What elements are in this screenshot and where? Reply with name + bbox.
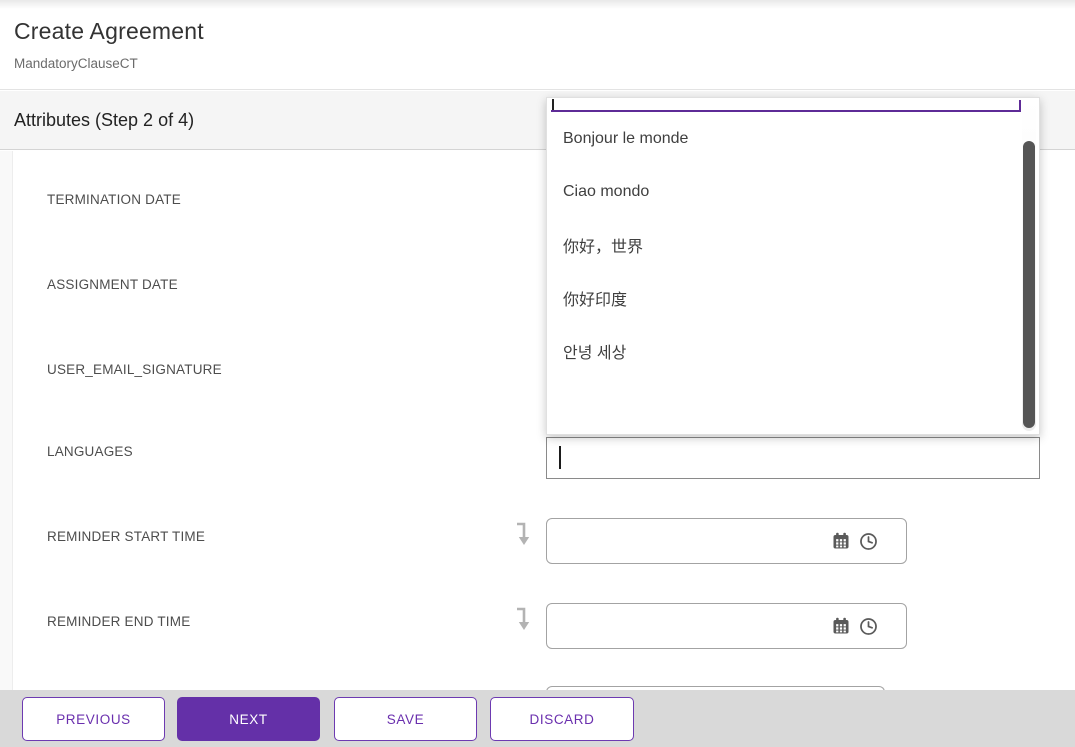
level-down-icon bbox=[515, 520, 533, 548]
create-agreement-screen: Create Agreement MandatoryClauseCT Attri… bbox=[0, 0, 1075, 747]
page-subtitle: MandatoryClauseCT bbox=[14, 56, 138, 71]
calendar-icon[interactable] bbox=[832, 617, 850, 635]
filter-input-underline-cap bbox=[1019, 100, 1021, 112]
page-header: Create Agreement MandatoryClauseCT bbox=[0, 0, 1075, 90]
field-label-termination-date: TERMINATION DATE bbox=[47, 192, 181, 207]
page-title: Create Agreement bbox=[14, 18, 204, 45]
save-button[interactable]: SAVE bbox=[334, 697, 477, 741]
calendar-icon[interactable] bbox=[832, 532, 850, 550]
dropdown-option[interactable]: 你好，世界 bbox=[547, 218, 1017, 271]
languages-input[interactable] bbox=[546, 437, 1040, 479]
dropdown-option[interactable]: Ciao mondo bbox=[547, 165, 1017, 218]
field-label-reminder-start-time: REMINDER START TIME bbox=[47, 529, 205, 544]
level-down-icon bbox=[515, 605, 533, 633]
clock-icon[interactable] bbox=[859, 532, 878, 551]
field-label-languages: LANGUAGES bbox=[47, 444, 133, 459]
field-label-reminder-end-time: REMINDER END TIME bbox=[47, 614, 190, 629]
reminder-start-time-input[interactable] bbox=[546, 518, 907, 564]
dropdown-option-list: Bonjour le monde Ciao mondo 你好，世界 你好印度 안… bbox=[547, 112, 1017, 377]
previous-button[interactable]: PREVIOUS bbox=[22, 697, 165, 741]
dropdown-option[interactable]: 你好印度 bbox=[547, 271, 1017, 324]
text-caret bbox=[559, 446, 561, 469]
clock-icon[interactable] bbox=[859, 617, 878, 636]
step-section-title: Attributes (Step 2 of 4) bbox=[14, 91, 194, 150]
dropdown-option[interactable]: 안녕 세상 bbox=[547, 324, 1017, 377]
languages-dropdown: Bonjour le monde Ciao mondo 你好，世界 你好印度 안… bbox=[546, 97, 1040, 435]
reminder-end-time-input[interactable] bbox=[546, 603, 907, 649]
dropdown-option[interactable]: Bonjour le monde bbox=[547, 112, 1017, 165]
discard-button[interactable]: DISCARD bbox=[490, 697, 634, 741]
field-label-assignment-date: ASSIGNMENT DATE bbox=[47, 277, 178, 292]
field-label-user-email-signature: USER_EMAIL_SIGNATURE bbox=[47, 362, 222, 377]
dropdown-scrollbar-thumb[interactable] bbox=[1023, 141, 1035, 428]
next-button[interactable]: NEXT bbox=[177, 697, 320, 741]
left-gutter bbox=[0, 151, 13, 690]
top-shadow bbox=[0, 0, 1075, 9]
action-footer: PREVIOUS NEXT SAVE DISCARD bbox=[0, 690, 1075, 747]
